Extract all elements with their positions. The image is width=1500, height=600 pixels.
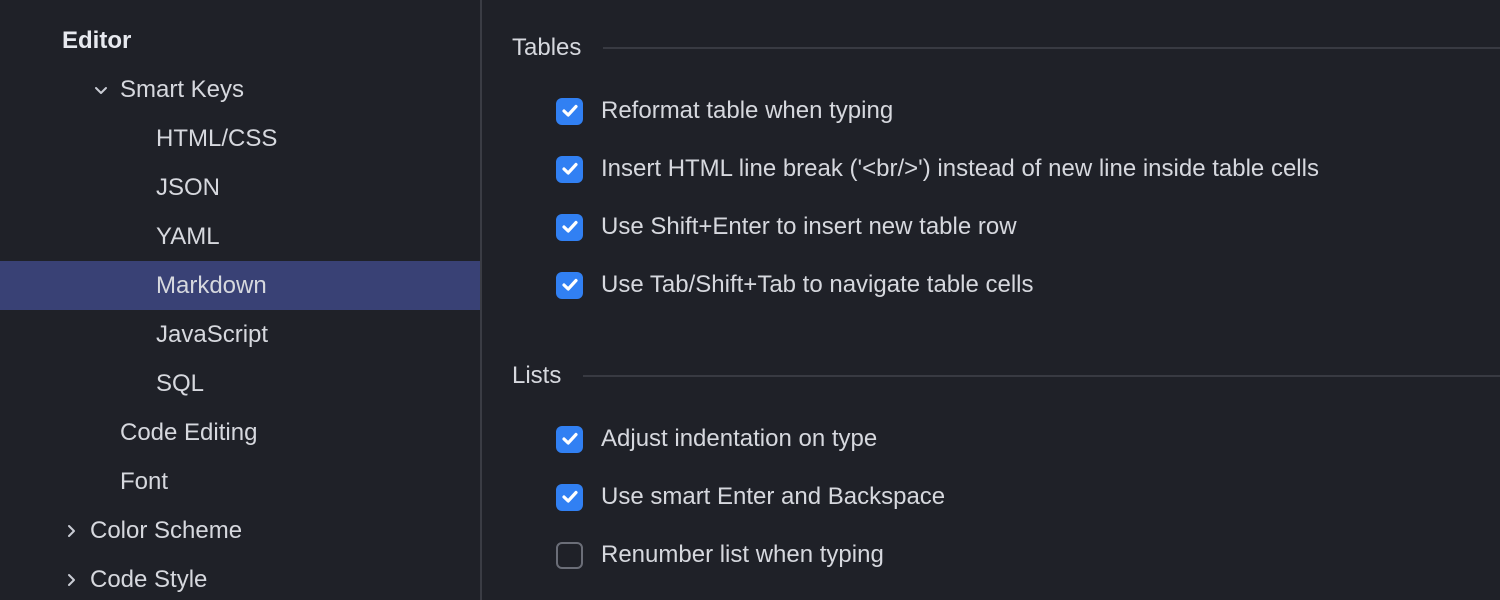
sidebar-item-label: JSON [156, 174, 220, 202]
option-label: Use smart Enter and Backspace [601, 483, 945, 511]
option-adjust-indent[interactable]: Adjust indentation on type [482, 410, 1500, 468]
option-label: Insert HTML line break ('<br/>') instead… [601, 155, 1319, 183]
sidebar-item-label: Code Style [90, 566, 207, 594]
sidebar-item-label: SQL [156, 370, 204, 398]
option-label: Use Tab/Shift+Tab to navigate table cell… [601, 271, 1034, 299]
checkbox-checked-icon[interactable] [556, 98, 583, 125]
sidebar-item-editor[interactable]: Editor [0, 16, 480, 65]
sidebar-item-label: Smart Keys [120, 76, 244, 104]
section-divider [603, 47, 1500, 49]
sidebar-item-code-editing[interactable]: Code Editing [0, 408, 480, 457]
option-shift-enter-row[interactable]: Use Shift+Enter to insert new table row [482, 198, 1500, 256]
sidebar-item-label: Markdown [156, 272, 267, 300]
sidebar-item-label: Editor [62, 27, 131, 55]
sidebar-item-code-style[interactable]: Code Style [0, 555, 480, 600]
sidebar-item-font[interactable]: Font [0, 457, 480, 506]
sidebar-item-markdown[interactable]: Markdown [0, 261, 480, 310]
option-reformat-table[interactable]: Reformat table when typing [482, 82, 1500, 140]
sidebar-item-label: Font [120, 468, 168, 496]
option-smart-enter-backspace[interactable]: Use smart Enter and Backspace [482, 468, 1500, 526]
checkbox-checked-icon[interactable] [556, 272, 583, 299]
option-label: Adjust indentation on type [601, 425, 877, 453]
section-header-tables: Tables [482, 34, 1500, 62]
sidebar-item-label: Color Scheme [90, 517, 242, 545]
checkbox-checked-icon[interactable] [556, 156, 583, 183]
option-tab-navigate[interactable]: Use Tab/Shift+Tab to navigate table cell… [482, 256, 1500, 314]
option-renumber-list[interactable]: Renumber list when typing [482, 526, 1500, 584]
option-label: Reformat table when typing [601, 97, 893, 125]
sidebar-item-html-css[interactable]: HTML/CSS [0, 114, 480, 163]
sidebar-item-label: Code Editing [120, 419, 257, 447]
settings-main-panel: Tables Reformat table when typing Insert… [482, 0, 1500, 600]
sidebar-item-color-scheme[interactable]: Color Scheme [0, 506, 480, 555]
sidebar-item-label: YAML [156, 223, 220, 251]
sidebar-item-label: HTML/CSS [156, 125, 277, 153]
checkbox-checked-icon[interactable] [556, 426, 583, 453]
chevron-right-icon [62, 571, 80, 589]
option-label: Use Shift+Enter to insert new table row [601, 213, 1017, 241]
settings-sidebar: Editor Smart Keys HTML/CSS JSON YAML Mar… [0, 0, 482, 600]
sidebar-item-yaml[interactable]: YAML [0, 212, 480, 261]
section-header-lists: Lists [482, 362, 1500, 390]
section-title: Lists [512, 362, 561, 390]
checkbox-checked-icon[interactable] [556, 484, 583, 511]
option-insert-br[interactable]: Insert HTML line break ('<br/>') instead… [482, 140, 1500, 198]
checkbox-unchecked-icon[interactable] [556, 542, 583, 569]
sidebar-item-smart-keys[interactable]: Smart Keys [0, 65, 480, 114]
checkbox-checked-icon[interactable] [556, 214, 583, 241]
sidebar-item-javascript[interactable]: JavaScript [0, 310, 480, 359]
sidebar-item-json[interactable]: JSON [0, 163, 480, 212]
sidebar-item-label: JavaScript [156, 321, 268, 349]
option-label: Renumber list when typing [601, 541, 884, 569]
section-title: Tables [512, 34, 581, 62]
sidebar-item-sql[interactable]: SQL [0, 359, 480, 408]
section-divider [583, 375, 1500, 377]
chevron-right-icon [62, 522, 80, 540]
chevron-down-icon [92, 81, 110, 99]
